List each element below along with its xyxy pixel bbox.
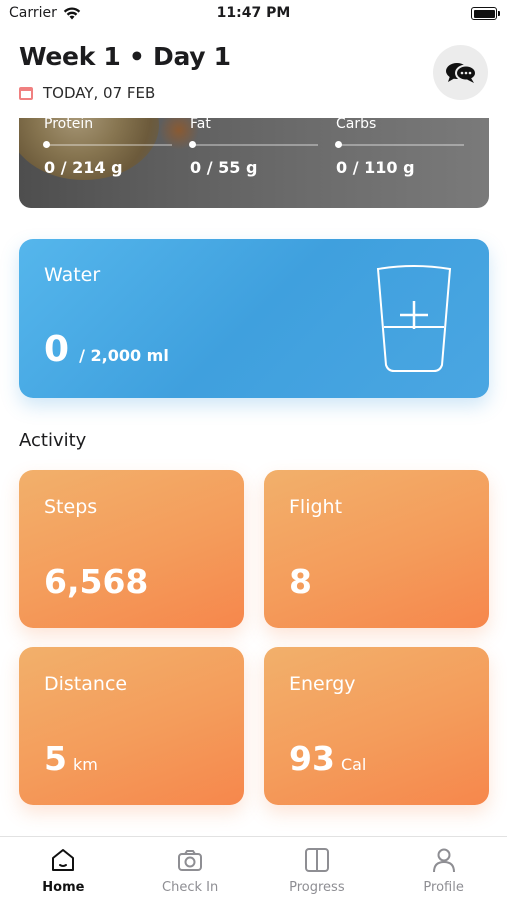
distance-value: 5	[44, 739, 67, 778]
flight-value: 8	[289, 562, 312, 601]
energy-unit: Cal	[340, 755, 367, 774]
flight-label: Flight	[289, 496, 343, 518]
tab-bar: Home Check In Progress Profile	[0, 836, 507, 900]
tab-home-label: Home	[42, 880, 85, 895]
distance-tile[interactable]: Distance 5 km	[19, 647, 244, 805]
tab-profile-label: Profile	[423, 880, 464, 895]
macro-label: Carbs	[336, 116, 377, 132]
macro-progress-dot	[43, 141, 50, 148]
battery-icon	[471, 7, 500, 20]
steps-value-row: 6,568	[44, 562, 148, 601]
distance-label: Distance	[44, 673, 128, 695]
home-icon	[52, 849, 75, 871]
macro-value: 0 / 55 g	[190, 158, 258, 177]
person-icon	[432, 848, 455, 873]
clock: 11:47 PM	[216, 5, 291, 21]
water-card[interactable]: Water 0 / 2,000 ml	[19, 239, 489, 398]
energy-tile[interactable]: Energy 93 Cal	[264, 647, 489, 805]
camera-icon	[178, 850, 203, 871]
macro-protein: Protein 0 / 214 g	[43, 116, 172, 177]
status-bar: Carrier 11:47 PM	[0, 0, 507, 30]
macro-value: 0 / 110 g	[336, 158, 415, 177]
macro-carbs: Carbs 0 / 110 g	[335, 116, 464, 177]
tab-home[interactable]: Home	[0, 837, 127, 900]
tab-progress-label: Progress	[289, 880, 345, 895]
calendar-icon	[19, 86, 33, 100]
page-title: Week 1 • Day 1	[19, 42, 231, 71]
flight-value-row: 8	[289, 562, 312, 601]
macro-progress-track	[43, 141, 172, 148]
chat-button[interactable]	[433, 45, 488, 100]
tab-progress[interactable]: Progress	[254, 837, 381, 900]
steps-tile[interactable]: Steps 6,568	[19, 470, 244, 628]
macro-fat: Fat 0 / 55 g	[189, 116, 318, 177]
add-water-glass-icon[interactable]	[376, 265, 452, 373]
steps-label: Steps	[44, 496, 98, 518]
date-row[interactable]: TODAY, 07 FEB	[19, 84, 155, 102]
macro-value: 0 / 214 g	[44, 158, 123, 177]
energy-value-row: 93 Cal	[289, 739, 366, 778]
progress-icon	[304, 848, 329, 872]
page-header: Week 1 • Day 1 TODAY, 07 FEB	[0, 30, 507, 118]
macro-label: Protein	[44, 116, 94, 132]
distance-unit: km	[72, 755, 98, 774]
macro-progress-dot	[335, 141, 342, 148]
energy-value: 93	[289, 739, 335, 778]
tab-check-in-label: Check In	[162, 880, 219, 895]
macro-progress-track	[189, 141, 318, 148]
steps-value: 6,568	[44, 562, 149, 601]
water-amount: 0 / 2,000 ml	[44, 329, 169, 370]
tab-check-in[interactable]: Check In	[127, 837, 254, 900]
flight-tile[interactable]: Flight 8	[264, 470, 489, 628]
water-label: Water	[44, 264, 101, 286]
chat-bubbles-icon	[445, 62, 477, 83]
water-amount-value: 0	[44, 329, 70, 370]
energy-label: Energy	[289, 673, 356, 695]
tab-profile[interactable]: Profile	[380, 837, 507, 900]
macro-progress-track	[335, 141, 464, 148]
macro-progress-dot	[189, 141, 196, 148]
water-goal: / 2,000 ml	[79, 346, 169, 365]
date-label: TODAY, 07 FEB	[43, 84, 156, 102]
activity-section-title: Activity	[19, 430, 87, 451]
macro-label: Fat	[190, 116, 211, 132]
distance-value-row: 5 km	[44, 739, 98, 778]
